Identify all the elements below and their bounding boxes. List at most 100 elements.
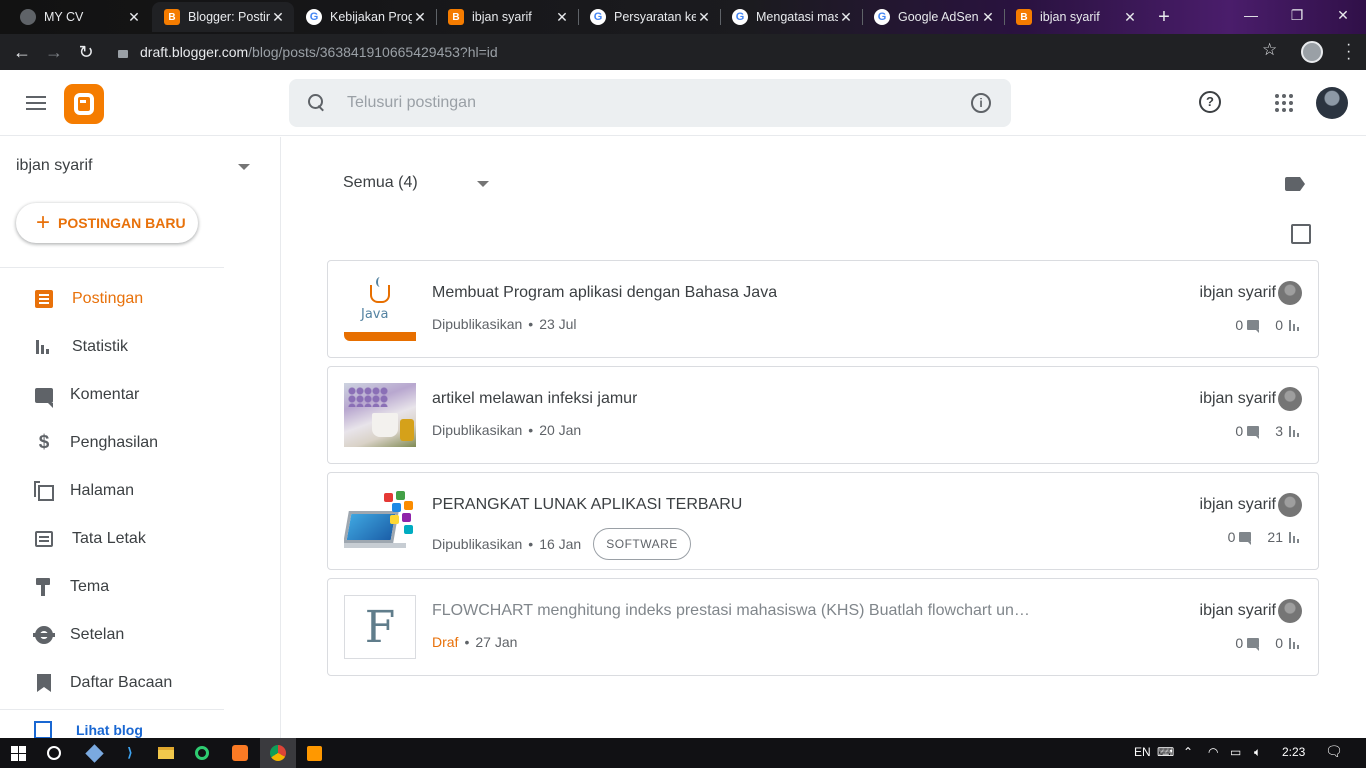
virtualbox-icon[interactable] xyxy=(84,743,104,763)
sidebar-item-comments[interactable]: Komentar xyxy=(0,371,280,419)
post-filter-dropdown[interactable]: Semua (4) xyxy=(343,174,418,192)
search-input[interactable] xyxy=(347,91,947,115)
thumbnail-text: Java xyxy=(361,307,389,322)
sidebar-item-stats[interactable]: Statistik xyxy=(0,323,280,371)
file-explorer-icon[interactable] xyxy=(156,743,176,763)
blogger-logo[interactable] xyxy=(64,84,104,124)
vscode-icon[interactable]: ⟩ xyxy=(120,743,140,763)
windows-taskbar: ⟩ EN ⌨ ⌃ ◠ ▭ 🔈︎ 2:23 🗨︎ xyxy=(0,738,1366,768)
post-status: Draf xyxy=(432,634,459,650)
language-indicator[interactable]: EN xyxy=(1134,745,1151,759)
url-path: /blog/posts/363841910665429453?hl=id xyxy=(248,44,498,60)
keyboard-icon[interactable]: ⌨ xyxy=(1157,745,1174,759)
close-icon[interactable]: ✕ xyxy=(554,9,570,26)
maximize-button[interactable]: ❐ xyxy=(1274,0,1320,32)
close-icon[interactable]: ✕ xyxy=(838,9,854,26)
minimize-button[interactable]: — xyxy=(1228,0,1274,32)
blogger-icon: B xyxy=(164,9,180,25)
bookmark-star-icon[interactable]: ☆ xyxy=(1262,40,1277,60)
browser-tab[interactable]: G Persyaratan ke ✕ xyxy=(578,2,720,32)
sidebar-item-earnings[interactable]: $ Penghasilan xyxy=(0,419,280,467)
browser-tab[interactable]: G Mengatasi mas ✕ xyxy=(720,2,862,32)
post-row-draft[interactable]: F FLOWCHART menghitung indeks prestasi m… xyxy=(327,578,1319,676)
account-avatar[interactable] xyxy=(1316,87,1348,119)
view-count: 0 xyxy=(1275,635,1283,651)
wifi-icon[interactable]: ◠ xyxy=(1208,745,1218,759)
sidebar-item-label: Penghasilan xyxy=(70,434,159,451)
window-close-button[interactable]: ✕ xyxy=(1320,0,1366,32)
browser-tab[interactable]: B ibjan syarif ✕ xyxy=(436,2,578,32)
comment-count: 0 xyxy=(1235,317,1244,333)
bookmark-icon xyxy=(34,673,54,693)
close-icon[interactable]: ✕ xyxy=(126,9,142,26)
forward-icon[interactable]: → xyxy=(42,40,66,64)
post-row[interactable]: PERANGKAT LUNAK APLIKASI TERBARU Dipubli… xyxy=(327,472,1319,570)
layout-icon xyxy=(34,529,54,549)
sidebar-item-posts[interactable]: Postingan xyxy=(0,275,280,323)
new-post-button[interactable]: + POSTINGAN BARU xyxy=(16,203,198,243)
apps-grid-icon[interactable] xyxy=(1275,94,1293,112)
post-row[interactable]: Java Membuat Program aplikasi dengan Bah… xyxy=(327,260,1319,358)
sidebar-item-pages[interactable]: Halaman xyxy=(0,467,280,515)
comment-count: 0 xyxy=(1235,423,1244,439)
browser-profile-avatar[interactable] xyxy=(1301,41,1323,63)
windows-start-icon[interactable] xyxy=(8,743,28,763)
help-icon[interactable]: ? xyxy=(1199,91,1221,113)
view-blog-link[interactable]: Lihat blog xyxy=(34,721,143,738)
xampp-icon[interactable] xyxy=(230,743,250,763)
reload-icon[interactable]: ↻ xyxy=(74,40,98,64)
sublime-icon[interactable] xyxy=(304,743,324,763)
browser-menu-icon[interactable]: · · · xyxy=(1346,37,1352,67)
search-icon[interactable] xyxy=(307,93,327,113)
notification-icon[interactable]: 🗨︎ xyxy=(1325,743,1343,760)
post-title[interactable]: FLOWCHART menghitung indeks prestasi mah… xyxy=(432,602,1030,620)
sidebar-item-layout[interactable]: Tata Letak xyxy=(0,515,280,563)
browser-tab[interactable]: G Kebijakan Prog ✕ xyxy=(294,2,436,32)
blog-name[interactable]: ibjan syarif xyxy=(16,157,92,175)
post-title[interactable]: artikel melawan infeksi jamur xyxy=(432,390,637,408)
info-icon[interactable]: i xyxy=(971,93,991,113)
close-icon[interactable]: ✕ xyxy=(1122,9,1138,26)
address-bar[interactable]: draft.blogger.com/blog/posts/36384191066… xyxy=(108,38,1294,66)
label-icon[interactable] xyxy=(1285,177,1305,191)
sidebar-item-label: Daftar Bacaan xyxy=(70,674,173,691)
sidebar-item-label: Komentar xyxy=(70,386,140,403)
app-green-icon[interactable] xyxy=(192,743,212,763)
post-thumbnail xyxy=(344,489,416,553)
close-icon[interactable]: ✕ xyxy=(412,9,428,26)
post-author: ibjan syarif xyxy=(1199,602,1276,619)
close-icon[interactable]: ✕ xyxy=(270,9,286,26)
select-all-checkbox[interactable] xyxy=(1291,224,1311,244)
comment-icon xyxy=(34,385,54,408)
chrome-icon[interactable] xyxy=(260,738,296,768)
browser-tab[interactable]: B ibjan syarif ✕ xyxy=(1004,2,1146,32)
sidebar-item-settings[interactable]: Setelan xyxy=(0,611,280,659)
post-label-chip[interactable]: SOFTWARE xyxy=(593,528,691,560)
clock[interactable]: 2:23 xyxy=(1282,745,1305,759)
post-row[interactable]: artikel melawan infeksi jamur Dipublikas… xyxy=(327,366,1319,464)
new-tab-button[interactable]: + xyxy=(1152,5,1176,29)
plus-icon: + xyxy=(36,209,51,236)
battery-icon[interactable]: ▭ xyxy=(1230,745,1241,759)
search-circle-icon[interactable] xyxy=(44,743,64,763)
post-title[interactable]: Membuat Program aplikasi dengan Bahasa J… xyxy=(432,284,777,302)
app-header: i ? xyxy=(0,70,1366,136)
post-thumbnail xyxy=(344,383,416,447)
browser-tab[interactable]: MY CV ✕ xyxy=(8,2,150,32)
browser-tab-active[interactable]: B Blogger: Postin ✕ xyxy=(152,2,294,32)
browser-tab[interactable]: G Google AdSen ✕ xyxy=(862,2,1004,32)
sidebar-item-theme[interactable]: Tema xyxy=(0,563,280,611)
volume-icon[interactable]: 🔈︎ xyxy=(1254,745,1261,760)
post-title[interactable]: PERANGKAT LUNAK APLIKASI TERBARU xyxy=(432,496,742,514)
menu-icon[interactable] xyxy=(26,96,46,110)
blogger-icon: B xyxy=(448,9,464,25)
back-icon[interactable]: ← xyxy=(10,40,34,64)
chevron-up-icon[interactable]: ⌃ xyxy=(1183,745,1193,759)
close-icon[interactable]: ✕ xyxy=(980,9,996,26)
post-meta: Draf • 27 Jan xyxy=(432,634,517,650)
chevron-down-icon[interactable] xyxy=(238,164,250,170)
tab-title: Google AdSen xyxy=(898,10,979,24)
chevron-down-icon[interactable] xyxy=(477,181,489,187)
close-icon[interactable]: ✕ xyxy=(696,9,712,26)
sidebar-item-reading-list[interactable]: Daftar Bacaan xyxy=(0,659,280,707)
